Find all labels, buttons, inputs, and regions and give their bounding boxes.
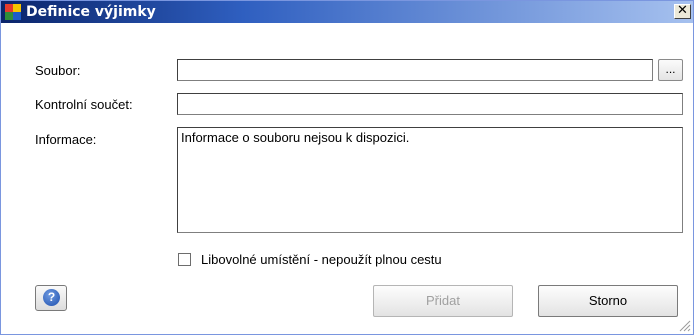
- browse-button[interactable]: ...: [658, 59, 683, 81]
- checksum-label: Kontrolní součet:: [35, 97, 133, 112]
- info-textarea[interactable]: Informace o souboru nejsou k dispozici.: [177, 127, 683, 233]
- checksum-input[interactable]: [177, 93, 683, 115]
- title-bar[interactable]: Definice výjimky ✕: [1, 1, 693, 23]
- file-input[interactable]: [177, 59, 653, 81]
- anywhere-label[interactable]: Libovolné umístění - nepoužít plnou cest…: [201, 252, 442, 267]
- app-icon: [5, 4, 21, 20]
- question-icon: ?: [43, 289, 60, 306]
- window-title: Definice výjimky: [26, 4, 156, 20]
- anywhere-checkbox[interactable]: [178, 253, 191, 266]
- cancel-button[interactable]: Storno: [538, 285, 678, 317]
- help-button[interactable]: ?: [35, 285, 67, 311]
- resize-grip-icon[interactable]: [677, 318, 691, 332]
- file-label: Soubor:: [35, 63, 81, 78]
- close-button[interactable]: ✕: [674, 4, 691, 19]
- dialog-window: Definice výjimky ✕ Soubor: ... Kontrolní…: [0, 0, 694, 335]
- add-button[interactable]: Přidat: [373, 285, 513, 317]
- info-label: Informace:: [35, 132, 97, 147]
